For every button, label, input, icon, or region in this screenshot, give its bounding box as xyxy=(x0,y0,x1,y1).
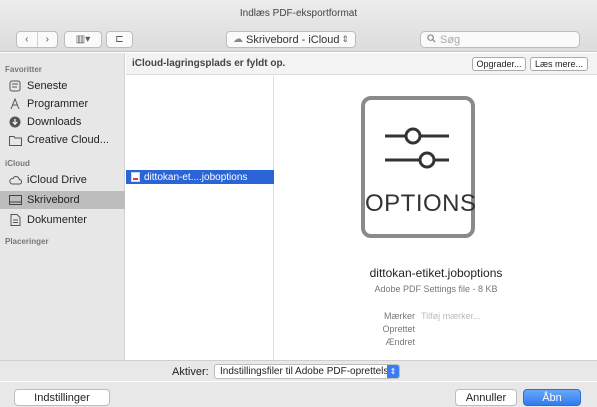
file-name: dittokan-et....joboptions xyxy=(144,171,248,183)
sidebar-item-label: Creative Cloud... xyxy=(27,134,109,146)
sidebar-item-label: Dokumenter xyxy=(27,214,87,226)
sidebar-item-downloads[interactable]: Downloads xyxy=(0,113,125,131)
back-forward-control: ‹ › xyxy=(16,31,58,48)
location-label: Skrivebord - iCloud xyxy=(246,33,340,46)
cloud-icon: ☁ xyxy=(233,34,243,45)
settings-button[interactable]: Indstillinger xyxy=(14,389,110,406)
locations-header: Placeringer xyxy=(5,237,49,246)
options-file-icon: OPTIONS xyxy=(361,96,477,238)
file-type-select[interactable]: Indstillingsfiler til Adobe PDF-oprettel… xyxy=(214,364,400,379)
search-placeholder: Søg xyxy=(440,33,461,46)
sidebar-item-label: Downloads xyxy=(27,116,82,128)
sidebar-item-recents[interactable]: Seneste xyxy=(0,77,125,95)
file-column: dittokan-et....joboptions xyxy=(126,76,274,360)
cloud-icon xyxy=(8,175,22,185)
download-icon xyxy=(8,116,22,128)
preview-filename: dittokan-etiket.joboptions xyxy=(369,266,503,280)
sidebar-item-applications[interactable]: Programmer xyxy=(0,95,125,113)
list-item[interactable]: dittokan-et....joboptions xyxy=(126,170,274,184)
title-bar: Indlæs PDF-eksportformat ‹ › ▥▾ ⊏ ☁ Skri… xyxy=(0,0,597,52)
storage-info-bar: iCloud-lagringsplads er fyldt op. Opgrad… xyxy=(126,53,597,75)
back-button[interactable]: ‹ xyxy=(17,32,38,47)
view-options-button[interactable]: ▥▾ xyxy=(64,31,102,48)
open-button[interactable]: Åbn xyxy=(523,389,581,406)
updown-arrows-icon: ⇕ xyxy=(341,34,349,44)
new-folder-button[interactable]: ⊏ xyxy=(106,31,133,48)
folder-icon xyxy=(8,135,22,146)
sidebar-item-documents[interactable]: Dokumenter xyxy=(0,211,125,229)
location-popup[interactable]: ☁ Skrivebord - iCloud ⇕ xyxy=(226,31,356,48)
icloud-header: iCloud xyxy=(5,159,30,168)
updown-arrows-icon: ⇕ xyxy=(387,365,399,378)
sidebar: Favoritter Seneste Programmer Downloads … xyxy=(0,53,125,360)
read-more-button[interactable]: Læs mere... xyxy=(530,57,588,71)
favorites-header: Favoritter xyxy=(5,65,42,74)
cancel-button[interactable]: Annuller xyxy=(455,389,517,406)
sidebar-item-label: Programmer xyxy=(27,98,89,110)
forward-button[interactable]: › xyxy=(38,32,58,47)
file-type-bar: Aktiver: Indstillingsfiler til Adobe PDF… xyxy=(0,360,597,381)
tags-label: Mærker xyxy=(384,311,415,321)
sidebar-item-label: Skrivebord xyxy=(27,194,80,206)
created-label: Oprettet xyxy=(382,324,415,334)
sidebar-item-desktop[interactable]: Skrivebord xyxy=(0,191,125,209)
preview-pane: OPTIONS dittokan-etiket.joboptions Adobe… xyxy=(275,76,597,360)
new-folder-icon: ⊏ xyxy=(115,34,124,45)
apps-icon xyxy=(8,98,22,110)
storage-full-message: iCloud-lagringsplads er fyldt op. xyxy=(132,58,286,69)
clock-icon xyxy=(8,80,22,92)
window-title: Indlæs PDF-eksportformat xyxy=(239,8,358,19)
document-icon xyxy=(8,214,22,226)
dialog-footer: Indstillinger Annuller Åbn xyxy=(0,382,597,407)
options-label: OPTIONS xyxy=(365,190,477,217)
file-icon xyxy=(131,172,140,182)
sliders-icon xyxy=(385,127,449,169)
upgrade-button[interactable]: Opgrader... xyxy=(472,57,526,71)
column-view-icon: ▥▾ xyxy=(75,34,91,45)
sidebar-item-label: iCloud Drive xyxy=(27,174,87,186)
search-icon xyxy=(427,33,436,46)
desktop-icon xyxy=(8,195,22,205)
sidebar-item-creative-cloud[interactable]: Creative Cloud... xyxy=(0,131,125,149)
file-type-value: Indstillingsfiler til Adobe PDF-oprettel… xyxy=(220,366,399,377)
search-field[interactable]: Søg xyxy=(420,31,580,48)
modified-label: Ændret xyxy=(385,337,415,347)
sidebar-item-label: Seneste xyxy=(27,80,68,92)
sidebar-item-icloud-drive[interactable]: iCloud Drive xyxy=(0,171,125,189)
tags-field[interactable]: Tilføj mærker... xyxy=(421,311,481,321)
activate-label: Aktiver: xyxy=(172,366,209,378)
preview-kind: Adobe PDF Settings file - 8 KB xyxy=(374,284,498,294)
